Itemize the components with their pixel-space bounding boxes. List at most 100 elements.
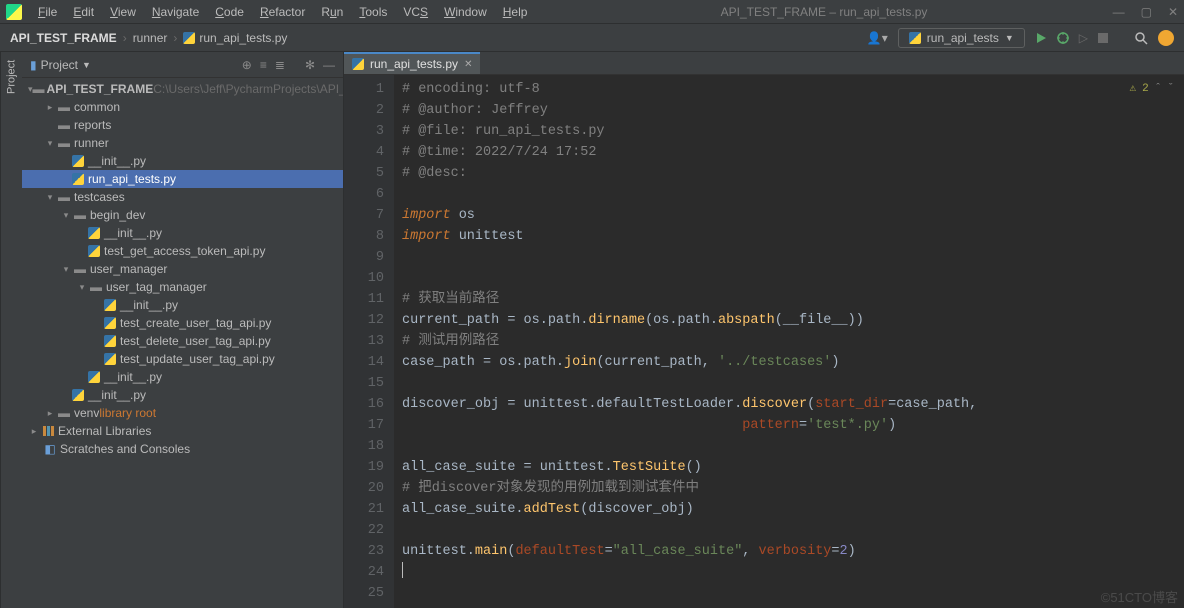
code-text: =case_path, xyxy=(888,397,977,412)
tree-scratches[interactable]: ◧ Scratches and Consoles xyxy=(22,440,343,458)
code-text: ) xyxy=(888,418,896,433)
tree-label: API_TEST_FRAME xyxy=(47,80,154,98)
tree-folder-user-manager[interactable]: ▾ ▬ user_manager xyxy=(22,260,343,278)
scratches-icon: ◧ xyxy=(42,440,58,458)
tree-folder-common[interactable]: ▸ ▬ common xyxy=(22,98,343,116)
code-content[interactable]: ⚠ 2 ˆ ˇ # encoding: utf-8 # @author: Jef… xyxy=(394,75,1184,608)
tree-folder-begin-dev[interactable]: ▾ ▬ begin_dev xyxy=(22,206,343,224)
code-text: = xyxy=(799,418,807,433)
folder-icon: ▬ xyxy=(56,404,72,422)
breadcrumb-folder[interactable]: runner xyxy=(133,31,168,45)
tree-file-update-user-tag[interactable]: test_update_user_tag_api.py xyxy=(22,350,343,368)
hide-panel-icon[interactable]: — xyxy=(323,58,335,72)
menu-window[interactable]: Window xyxy=(436,2,495,22)
menu-edit[interactable]: Edit xyxy=(65,2,102,22)
chevron-down-icon[interactable]: ▼ xyxy=(82,60,91,70)
tree-label: test_update_user_tag_api.py xyxy=(120,350,275,368)
tree-file-init[interactable]: __init__.py xyxy=(22,152,343,170)
tree-file-delete-user-tag[interactable]: test_delete_user_tag_api.py xyxy=(22,332,343,350)
tree-folder-reports[interactable]: ▬ reports xyxy=(22,116,343,134)
code-text: import xyxy=(402,229,451,244)
editor-tab[interactable]: run_api_tests.py ✕ xyxy=(344,52,480,74)
chevron-down-icon: ▾ xyxy=(76,278,88,296)
menu-code[interactable]: Code xyxy=(207,2,252,22)
tree-file-run-api-tests[interactable]: run_api_tests.py xyxy=(22,170,343,188)
code-text: # 获取当前路径 xyxy=(402,292,499,307)
pycharm-logo-icon xyxy=(6,4,22,20)
chevron-down-icon: ▾ xyxy=(44,188,56,206)
chevron-right-icon: ▸ xyxy=(44,98,56,116)
code-text xyxy=(402,418,742,433)
search-button[interactable] xyxy=(1134,31,1148,45)
tree-label: __init__.py xyxy=(104,224,162,242)
chevron-right-icon: ▸ xyxy=(28,422,40,440)
maximize-button[interactable]: ▢ xyxy=(1141,5,1152,19)
tree-folder-venv[interactable]: ▸ ▬ venv library root xyxy=(22,404,343,422)
run-button[interactable] xyxy=(1035,32,1047,44)
code-text: (os.path. xyxy=(645,313,718,328)
chevron-down-icon: ▾ xyxy=(60,260,72,278)
user-avatar-icon[interactable] xyxy=(1158,30,1174,46)
code-text: discover_obj = unittest.defaultTestLoade… xyxy=(402,397,742,412)
tree-folder-testcases[interactable]: ▾ ▬ testcases xyxy=(22,188,343,206)
tree-file-init[interactable]: __init__.py xyxy=(22,296,343,314)
tree-folder-runner[interactable]: ▾ ▬ runner xyxy=(22,134,343,152)
chevron-down-icon: ▾ xyxy=(44,134,56,152)
settings-icon[interactable]: ✻ xyxy=(305,58,315,72)
tree-label: common xyxy=(74,98,120,116)
menu-run[interactable]: Run xyxy=(313,2,351,22)
side-tab-project[interactable]: Project xyxy=(0,52,22,608)
watermark: ©51CTO博客 xyxy=(1101,587,1178,606)
menu-file[interactable]: File xyxy=(30,2,65,22)
menu-navigate[interactable]: Navigate xyxy=(144,2,207,22)
library-icon xyxy=(40,425,56,437)
tree-file-init[interactable]: __init__.py xyxy=(22,368,343,386)
tree-label: venv xyxy=(74,404,99,422)
python-file-icon xyxy=(88,227,100,239)
expand-all-icon[interactable]: ≡ xyxy=(260,58,267,72)
tree-file-test-get-access-token[interactable]: test_get_access_token_api.py xyxy=(22,242,343,260)
tree-label: user_manager xyxy=(90,260,167,278)
code-text: () xyxy=(686,460,702,475)
python-file-icon xyxy=(72,389,84,401)
code-text: # @file: run_api_tests.py xyxy=(402,124,605,139)
collapse-all-icon[interactable]: ≣ xyxy=(275,58,285,72)
tree-external-libraries[interactable]: ▸ External Libraries xyxy=(22,422,343,440)
tree-file-create-user-tag[interactable]: test_create_user_tag_api.py xyxy=(22,314,343,332)
line-gutter: 1234567891011121314151617181920212223242… xyxy=(344,75,394,608)
menu-help[interactable]: Help xyxy=(495,2,536,22)
python-file-icon xyxy=(88,371,100,383)
tree-folder-user-tag-manager[interactable]: ▾ ▬ user_tag_manager xyxy=(22,278,343,296)
menu-tools[interactable]: Tools xyxy=(351,2,395,22)
tree-label: Scratches and Consoles xyxy=(60,440,190,458)
code-editor[interactable]: 1234567891011121314151617181920212223242… xyxy=(344,75,1184,608)
debug-button[interactable] xyxy=(1057,32,1069,44)
run-config-selector[interactable]: run_api_tests ▼ xyxy=(898,28,1025,48)
code-text: '../testcases' xyxy=(718,355,831,370)
breadcrumb-root[interactable]: API_TEST_FRAME xyxy=(10,31,117,45)
close-tab-button[interactable]: ✕ xyxy=(464,59,472,70)
stop-button[interactable] xyxy=(1098,33,1108,43)
menu-view[interactable]: View xyxy=(102,2,144,22)
close-button[interactable]: ✕ xyxy=(1168,5,1178,19)
code-text: TestSuite xyxy=(613,460,686,475)
code-text: import xyxy=(402,208,451,223)
menu-refactor[interactable]: Refactor xyxy=(252,2,313,22)
breadcrumb-file[interactable]: run_api_tests.py xyxy=(199,31,287,45)
folder-icon: ▬ xyxy=(72,260,88,278)
warning-icon[interactable]: ⚠ xyxy=(1130,79,1137,100)
menu-vcs[interactable]: VCS xyxy=(395,2,436,22)
tree-label: __init__.py xyxy=(88,152,146,170)
minimize-button[interactable]: — xyxy=(1113,5,1125,19)
tree-root[interactable]: ▾ ▬ API_TEST_FRAME C:\Users\Jeff\Pycharm… xyxy=(22,80,343,98)
chevron-down-icon[interactable]: ˇ xyxy=(1167,79,1174,100)
tree-file-init[interactable]: __init__.py xyxy=(22,386,343,404)
breadcrumb: API_TEST_FRAME › runner › run_api_tests.… xyxy=(10,31,287,45)
chevron-up-icon[interactable]: ˆ xyxy=(1155,79,1162,100)
tree-file-init[interactable]: __init__.py xyxy=(22,224,343,242)
add-config-icon[interactable]: 👤▾ xyxy=(867,31,888,45)
code-text: join xyxy=(564,355,596,370)
python-file-icon xyxy=(104,299,116,311)
locate-file-icon[interactable]: ⊕ xyxy=(242,58,252,72)
run-coverage-button[interactable]: ▷ xyxy=(1079,31,1088,45)
